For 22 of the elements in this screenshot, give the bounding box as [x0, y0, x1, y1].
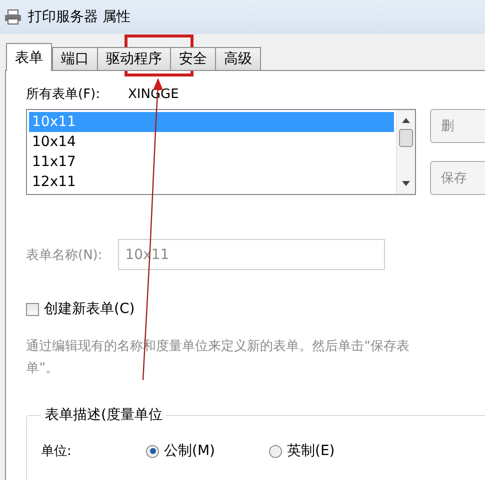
unit-radio[interactable]: 公制(M) — [146, 442, 269, 460]
printer-icon — [4, 9, 22, 25]
list-item[interactable]: 10x14 — [29, 132, 394, 152]
list-item[interactable]: 12x11 — [29, 172, 394, 192]
tab[interactable]: 驱动程序 — [97, 47, 171, 71]
tab[interactable]: 安全 — [170, 47, 216, 71]
form-name-label: 表单名称(N): — [26, 246, 102, 264]
units-label: 单位: — [41, 443, 72, 460]
group-title: 表单描述(度量单位 — [44, 406, 164, 424]
scroll-down-icon[interactable] — [402, 181, 410, 186]
scroll-up-icon[interactable] — [402, 118, 410, 123]
window-title: 打印服务器 属性 — [28, 8, 130, 26]
scrollbar[interactable] — [396, 110, 415, 194]
tab[interactable]: 端口 — [52, 47, 98, 71]
forms-list[interactable]: 10x11 10x14 11x17 12x11 — [26, 109, 416, 195]
tab[interactable]: 表单 — [6, 43, 52, 71]
list-item[interactable]: 11x17 — [29, 152, 394, 172]
create-form-checkbox[interactable]: 创建新表单(C) — [26, 300, 485, 318]
unit-radio[interactable]: 英制(E) — [269, 442, 392, 460]
scroll-thumb[interactable] — [399, 129, 413, 147]
forms-label: 所有表单(F): — [26, 86, 100, 103]
tab[interactable]: 高级 — [215, 47, 261, 71]
